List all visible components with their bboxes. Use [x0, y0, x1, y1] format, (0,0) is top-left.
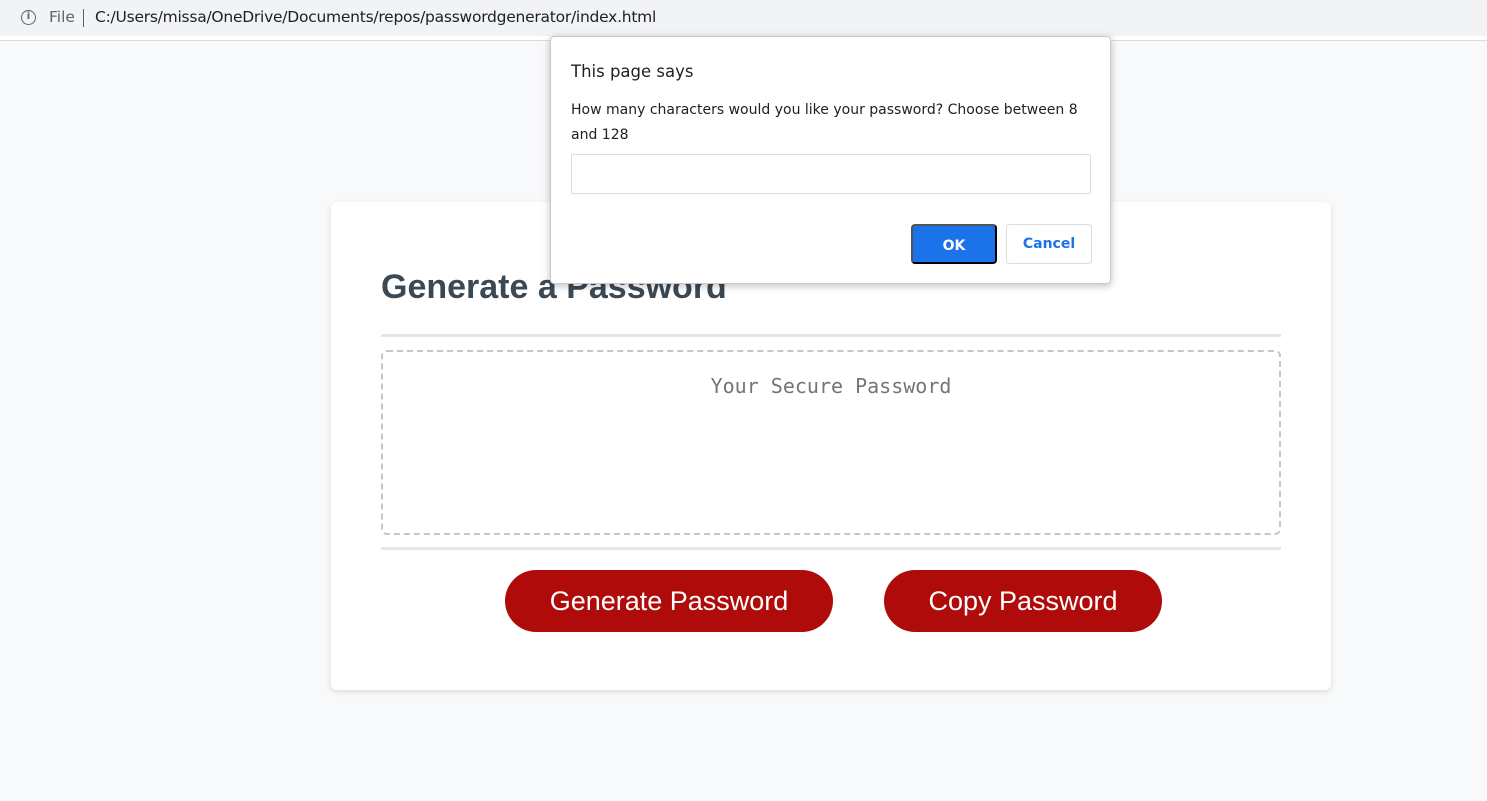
address-bar[interactable]: i File C:/Users/missa/OneDrive/Documents… — [0, 0, 1487, 40]
dialog-title: This page says — [571, 62, 694, 81]
cancel-button[interactable]: Cancel — [1006, 224, 1092, 264]
dialog-text-input[interactable] — [571, 154, 1091, 194]
info-icon[interactable]: i — [21, 10, 36, 25]
prompt-dialog: This page says How many characters would… — [550, 36, 1111, 284]
scheme-label: File — [49, 8, 75, 26]
card-divider-bottom — [381, 547, 1281, 550]
generate-password-button[interactable]: Generate Password — [505, 570, 833, 632]
dialog-message: How many characters would you like your … — [571, 102, 1078, 143]
ok-button[interactable]: OK — [911, 224, 997, 264]
password-output[interactable] — [381, 350, 1281, 535]
scheme-separator — [83, 9, 84, 27]
card-divider-top — [381, 334, 1281, 337]
copy-password-button[interactable]: Copy Password — [884, 570, 1162, 632]
url-text[interactable]: C:/Users/missa/OneDrive/Documents/repos/… — [95, 8, 656, 26]
